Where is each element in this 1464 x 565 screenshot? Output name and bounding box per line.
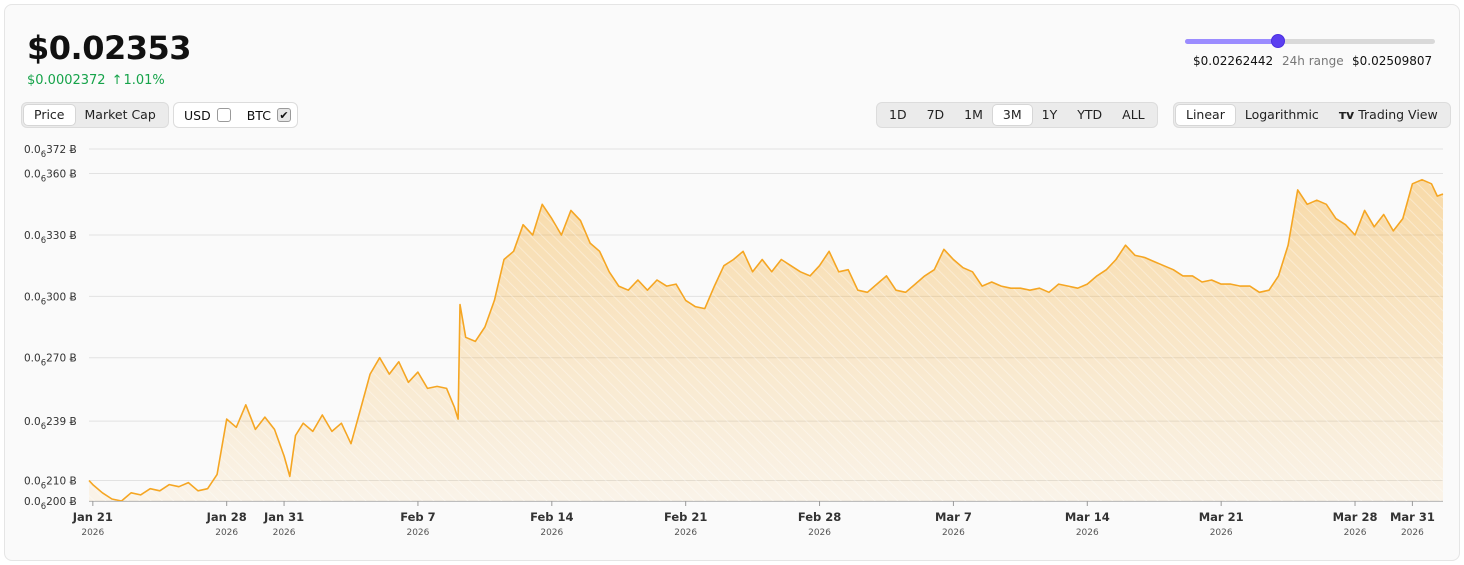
x-tick-year: 2026 — [1076, 528, 1099, 538]
y-tick-label: 0.06270 Ƀ — [24, 353, 77, 369]
y-tick-label: 0.06200 Ƀ — [24, 496, 77, 512]
x-tick-label: Jan 28 — [206, 510, 247, 524]
x-tick-label: Feb 21 — [664, 510, 707, 524]
x-tick-year: 2026 — [406, 528, 429, 538]
x-tick-year: 2026 — [215, 528, 238, 538]
x-tick-label: Feb 14 — [530, 510, 573, 524]
x-tick-year: 2026 — [1210, 528, 1233, 538]
x-tick-year: 2026 — [273, 528, 296, 538]
y-tick-label: 0.06300 Ƀ — [24, 291, 77, 307]
x-tick-year: 2026 — [1401, 528, 1424, 538]
x-tick-label: Jan 31 — [263, 510, 304, 524]
y-tick-label: 0.06330 Ƀ — [24, 230, 77, 246]
y-tick-label: 0.06239 Ƀ — [24, 416, 77, 432]
x-tick-label: Mar 31 — [1390, 510, 1435, 524]
y-tick-label: 0.06372 Ƀ — [24, 144, 77, 160]
x-tick-year: 2026 — [1344, 528, 1367, 538]
x-tick-year: 2026 — [674, 528, 697, 538]
x-tick-year: 2026 — [540, 528, 563, 538]
x-tick-label: Mar 21 — [1199, 510, 1244, 524]
price-area-hatch — [89, 179, 1443, 501]
x-tick-label: Mar 7 — [935, 510, 972, 524]
x-tick-label: Jan 21 — [72, 510, 113, 524]
x-tick-label: Feb 28 — [798, 510, 841, 524]
y-tick-label: 0.06360 Ƀ — [24, 169, 77, 185]
x-tick-year: 2026 — [808, 528, 831, 538]
x-tick-year: 2026 — [942, 528, 965, 538]
y-tick-label: 0.06210 Ƀ — [24, 476, 77, 492]
price-chart-card: $0.02353 $0.0002372 ↑1.01% $0.02262442 24… — [4, 4, 1460, 561]
x-tick-year: 2026 — [81, 528, 104, 538]
x-tick-label: Mar 14 — [1065, 510, 1110, 524]
price-chart: 0.06200 Ƀ 0.06210 Ƀ 0.06239 Ƀ 0.06270 Ƀ 0.06… — [24, 144, 1444, 538]
x-tick-label: Feb 7 — [400, 510, 435, 524]
x-tick-label: Mar 28 — [1333, 510, 1378, 524]
